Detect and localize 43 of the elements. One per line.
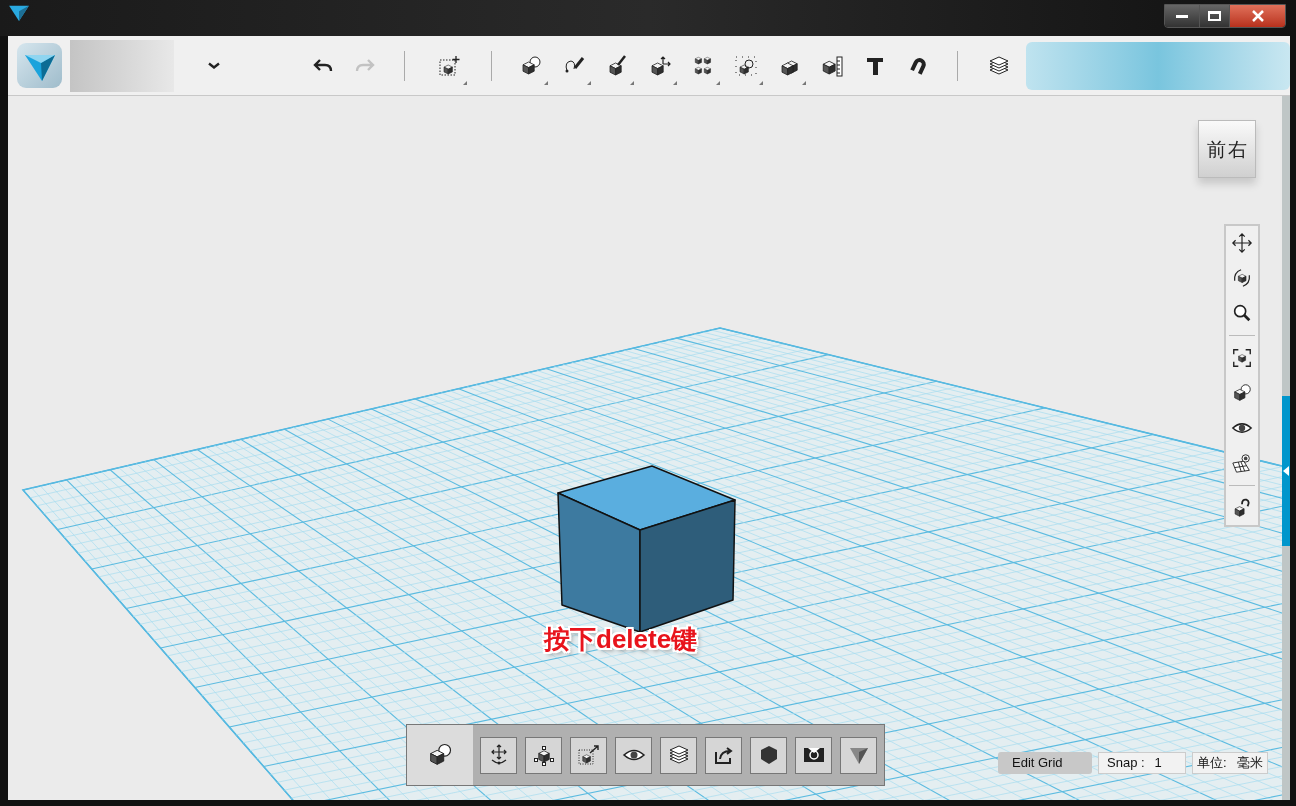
app-logo-icon xyxy=(8,4,30,22)
layers-button[interactable] xyxy=(660,736,697,774)
cube-magnet-icon xyxy=(1231,497,1253,519)
cube-circle-icon xyxy=(519,53,543,78)
app-logo[interactable] xyxy=(17,43,62,88)
units-label: 单位: xyxy=(1197,754,1227,773)
units-field[interactable]: 单位: 毫米 xyxy=(1192,752,1268,774)
pan-button[interactable] xyxy=(1229,230,1255,256)
measure-icon xyxy=(820,53,844,78)
maximize-button[interactable] xyxy=(1199,5,1229,27)
view-cube-face[interactable]: 前 xyxy=(1207,139,1226,159)
orbit-icon xyxy=(1231,267,1253,289)
scale-icon xyxy=(576,743,601,767)
snap-value: 1 xyxy=(1154,754,1162,773)
snap-field[interactable]: Snap : 1 xyxy=(1098,752,1186,774)
view-cube-face[interactable]: 右 xyxy=(1228,139,1247,159)
pan-icon xyxy=(1231,232,1253,254)
edit-grid-button[interactable]: Edit Grid xyxy=(998,752,1092,774)
cube-handles-icon xyxy=(531,743,556,767)
print-button[interactable] xyxy=(795,736,832,774)
cube-circle-icon xyxy=(1231,382,1253,404)
close-icon xyxy=(1250,10,1265,22)
close-button[interactable] xyxy=(1229,5,1285,27)
triangle-button[interactable] xyxy=(840,736,877,774)
hexagon-button[interactable] xyxy=(750,736,787,774)
move-button[interactable] xyxy=(480,736,517,774)
zoom-icon xyxy=(1231,302,1253,324)
fit-view-icon xyxy=(1231,347,1253,369)
group-icon xyxy=(734,53,758,78)
chevron-icon xyxy=(208,62,220,69)
cube-handles-button[interactable] xyxy=(525,736,562,774)
eye-button[interactable] xyxy=(615,736,652,774)
collapse-arrow-icon xyxy=(1283,466,1289,476)
units-value: 毫米 xyxy=(1237,754,1263,773)
export-button[interactable] xyxy=(705,736,742,774)
mode-button[interactable] xyxy=(407,725,473,785)
scale-button[interactable] xyxy=(570,736,607,774)
grid-view-icon xyxy=(1231,452,1253,474)
side-panel-tab[interactable] xyxy=(1282,396,1290,546)
minimize-button[interactable] xyxy=(1165,5,1199,27)
snap-label: Snap : xyxy=(1107,754,1145,773)
place-icon xyxy=(438,53,462,78)
view-cube[interactable]: 前右 xyxy=(1198,120,1256,178)
